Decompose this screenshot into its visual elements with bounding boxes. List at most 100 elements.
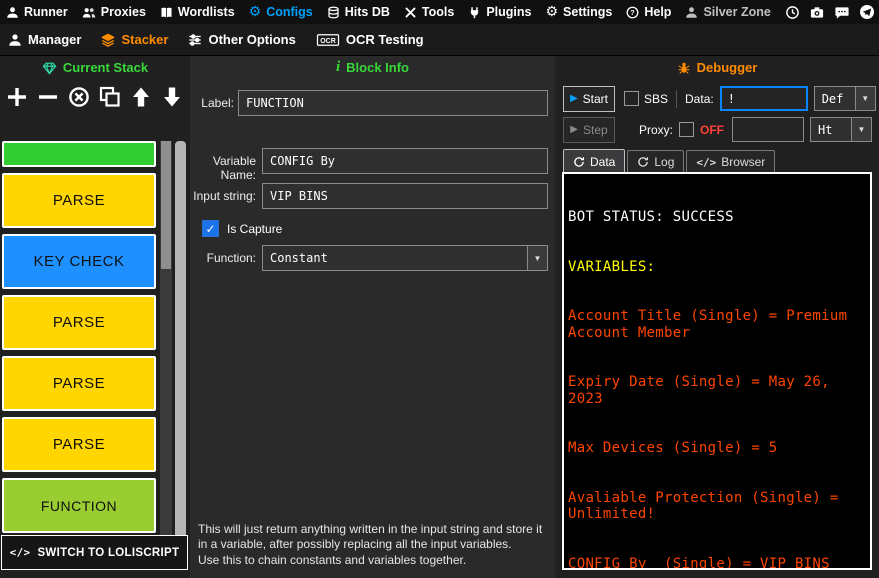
menu-item-silver-zone[interactable]: Silver Zone [685,5,770,19]
stack-block-function[interactable]: FUNCTION [2,478,156,533]
sliders-icon [188,33,202,47]
send-icon[interactable] [859,4,875,20]
stack-block-request[interactable] [2,141,156,167]
main-area: Current Stack [0,56,879,578]
proxy-type-dropdown[interactable]: Ht ▼ [810,117,872,142]
menu-label: Settings [563,5,612,19]
stack-block-list: PARSE KEY CHECK PARSE PARSE PARSE FUNCTI… [2,141,156,539]
proxy-status: OFF [700,123,724,137]
chevron-down-icon[interactable]: ▼ [855,87,875,110]
move-down-button[interactable] [159,84,185,110]
bug-icon [677,61,691,75]
info-icon: i [336,60,340,75]
switch-to-loliscript-button[interactable]: </> SWITCH TO LOLISCRIPT [1,535,188,570]
menu-item-configs[interactable]: ⚙ Configs [249,5,313,19]
chat-icon[interactable] [834,5,850,20]
menu-item-wordlists[interactable]: Wordlists [160,5,235,19]
label-input[interactable] [238,90,548,116]
submenu-label: OCR Testing [346,32,424,47]
input-string-label: Input string: [190,189,256,203]
submenu-item-other-options[interactable]: Other Options [188,32,295,47]
step-icon: ▶ [570,125,578,135]
stack-scrollbar-thumb[interactable] [161,141,171,269]
play-icon: ▶ [570,94,578,104]
input-string-input[interactable] [262,183,548,209]
submenu-label: Other Options [208,32,295,47]
chevron-down-icon[interactable]: ▼ [527,246,547,270]
is-capture-label: Is Capture [227,222,282,236]
menu-item-proxies[interactable]: Proxies [82,5,146,19]
chevron-down-icon[interactable]: ▼ [851,118,871,141]
menu-item-help[interactable]: ? Help [626,5,671,19]
label-field-label: Label: [194,96,234,110]
panel-scrollbar[interactable] [175,141,186,569]
submenu-label: Manager [28,32,81,47]
menu-label: Silver Zone [703,5,770,19]
settings-gear-icon: ⚙ [545,5,558,19]
data-label: Data: [685,92,714,106]
block-description: This will just return anything written i… [198,522,548,568]
runner-icon [6,6,19,19]
stack-panel-title: Current Stack [0,60,190,75]
proxy-label: Proxy: [639,123,673,137]
function-dropdown-value: Constant [263,246,527,270]
step-button[interactable]: ▶ Step [563,117,615,143]
divider [676,90,677,108]
configs-gear-icon: ⚙ [249,5,262,19]
top-menu-bar: Runner Proxies Wordlists ⚙ Configs Hits … [0,0,879,24]
debug-line: Account Title (Single) = Premium Account… [568,308,866,341]
history-icon[interactable] [785,5,800,20]
menu-label: Configs [266,5,313,19]
proxies-icon [82,6,96,19]
submenu-item-stacker[interactable]: Stacker [101,32,168,47]
move-up-button[interactable] [128,84,154,110]
stack-block-parse-4[interactable]: PARSE [2,417,156,472]
wordlist-type-dropdown[interactable]: Def ▼ [814,86,876,111]
tab-log[interactable]: Log [627,150,684,173]
stack-block-parse-2[interactable]: PARSE [2,295,156,350]
proxy-checkbox[interactable] [679,122,694,137]
debug-line: Avaliable Protection (Single) = Unlimite… [568,490,866,523]
menu-item-hits-db[interactable]: Hits DB [327,5,390,19]
sbs-checkbox[interactable] [624,91,639,106]
variable-name-input[interactable] [262,148,548,174]
gem-icon [42,61,57,75]
debugger-row-2: ▶ Step Proxy: OFF Ht ▼ [555,116,879,143]
start-button[interactable]: ▶ Start [563,86,615,112]
debugger-title: Debugger [555,60,879,75]
submenu-item-manager[interactable]: Manager [8,32,81,47]
menu-item-tools[interactable]: Tools [404,5,454,19]
add-block-button[interactable] [4,84,30,110]
tab-data[interactable]: Data [563,149,625,173]
menu-label: Tools [422,5,454,19]
debugger-row-1: ▶ Start SBS Data: Def ▼ [555,85,879,112]
stack-scrollbar[interactable] [160,141,172,569]
refresh-icon [573,156,585,168]
stack-block-keycheck[interactable]: KEY CHECK [2,234,156,289]
remove-block-button[interactable] [35,84,61,110]
data-input[interactable] [720,86,808,111]
clone-block-button[interactable] [97,84,123,110]
menu-item-plugins[interactable]: Plugins [468,5,531,19]
silver-user-icon [685,6,698,19]
code-icon: </> [10,546,31,559]
stack-block-parse-3[interactable]: PARSE [2,356,156,411]
menu-label: Proxies [101,5,146,19]
camera-icon[interactable] [809,5,825,20]
proxy-input[interactable] [732,117,804,142]
svg-text:?: ? [631,7,636,16]
debug-line: Max Devices (Single) = 5 [568,440,866,457]
debug-line: VARIABLES: [568,259,866,276]
debug-line: Expiry Date (Single) = May 26, 2023 [568,374,866,407]
code-icon: </> [696,156,716,169]
debugger-panel: Debugger ▶ Start SBS Data: Def ▼ [555,56,879,578]
is-capture-checkbox[interactable]: ✓ [202,220,219,237]
function-dropdown[interactable]: Constant ▼ [262,245,548,271]
stack-block-parse-1[interactable]: PARSE [2,173,156,228]
disable-block-button[interactable] [66,84,92,110]
submenu-item-ocr-testing[interactable]: OCR OCR Testing [316,32,424,47]
menu-item-settings[interactable]: ⚙ Settings [545,5,612,19]
tab-browser[interactable]: </> Browser [686,150,775,173]
menu-item-runner[interactable]: Runner [6,5,68,19]
debugger-output: BOT STATUS: SUCCESS VARIABLES: Account T… [562,172,872,570]
